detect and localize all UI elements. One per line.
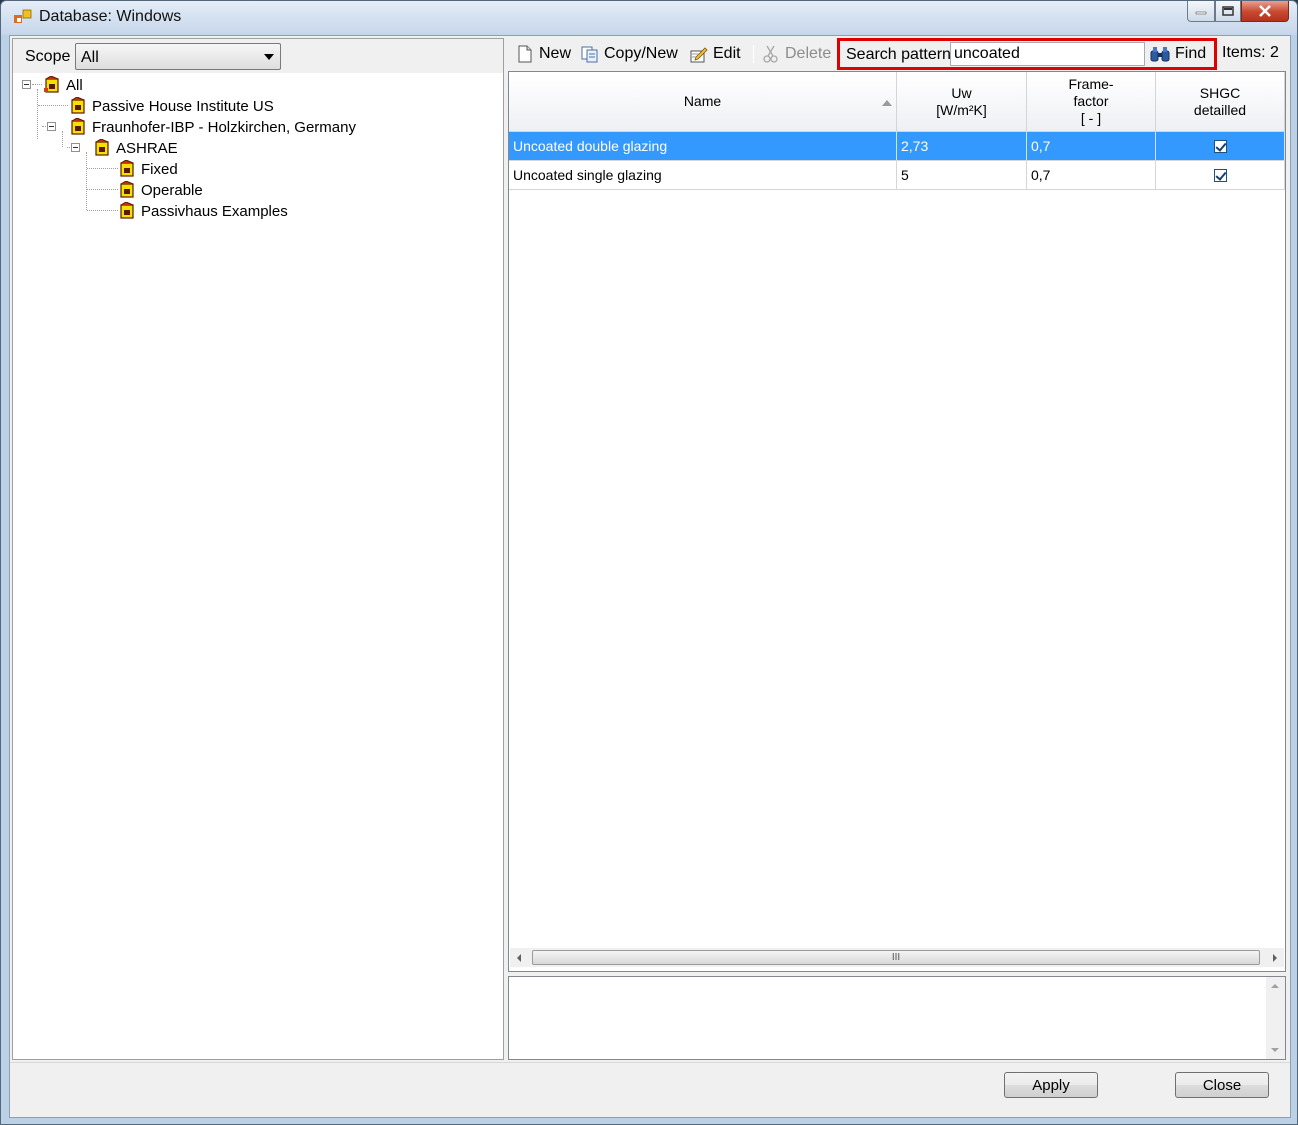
tree-item-label: Passivhaus Examples [141, 202, 288, 220]
tree-item-fixed[interactable]: Fixed [118, 159, 178, 179]
edit-button[interactable]: Edit [690, 44, 741, 64]
sort-ascending-icon [882, 100, 892, 106]
new-document-icon [518, 45, 532, 63]
column-header-uw[interactable]: Uw [W/m²K] [897, 72, 1027, 132]
copy-new-button-label: Copy/New [604, 45, 678, 62]
chevron-down-icon [264, 54, 274, 60]
title-bar[interactable]: Database: Windows [1, 1, 1297, 35]
database-folder-icon [120, 181, 134, 198]
maximize-button[interactable] [1215, 1, 1241, 22]
search-pattern-label: Search pattern [846, 46, 951, 63]
scroll-right-icon[interactable] [1273, 954, 1277, 962]
delete-button-label: Delete [785, 45, 832, 62]
tree-item-fraunhofer[interactable]: Fraunhofer-IBP - Holzkirchen, Germany [69, 117, 356, 137]
scroll-up-icon[interactable] [1271, 984, 1279, 988]
scroll-left-icon[interactable] [517, 954, 521, 962]
search-area-highlight: Search pattern uncoated Find [837, 38, 1217, 70]
window-title: Database: Windows [39, 8, 182, 25]
scissors-icon [763, 45, 778, 63]
cell-frame-factor[interactable]: 0,7 [1027, 161, 1156, 190]
column-header-name[interactable]: Name [509, 72, 897, 132]
database-folder-icon [71, 118, 85, 135]
scope-label: Scope [25, 48, 71, 65]
close-window-button[interactable] [1241, 1, 1289, 22]
scope-bar: Scope All [13, 39, 503, 73]
edit-button-label: Edit [713, 45, 741, 62]
table-row[interactable]: Uncoated single glazing 5 0,7 [509, 161, 1285, 190]
apply-button[interactable]: Apply [1004, 1072, 1098, 1098]
find-button-label: Find [1175, 45, 1207, 62]
cell-frame-factor[interactable]: 0,7 [1027, 132, 1156, 161]
close-button[interactable]: Close [1175, 1072, 1269, 1098]
tree-item-label: ASHRAE [116, 139, 178, 157]
tree-collapse-toggle[interactable] [22, 80, 31, 89]
tree-item-ashrae[interactable]: ASHRAE [93, 138, 178, 158]
shgc-checkbox[interactable] [1213, 168, 1227, 182]
restore-icon [1222, 6, 1234, 16]
cell-shgc[interactable] [1156, 132, 1285, 161]
scroll-down-icon[interactable] [1271, 1048, 1279, 1052]
minimize-button[interactable] [1187, 1, 1215, 22]
tree-item-label: Passive House Institute US [92, 97, 274, 115]
copy-icon [581, 46, 598, 63]
tree-pane: Scope All All Passive House Institute US… [12, 38, 504, 1060]
tree-item-all[interactable]: All [43, 75, 83, 95]
table-row[interactable]: Uncoated double glazing 2,73 0,7 [509, 132, 1285, 161]
tree-collapse-toggle[interactable] [47, 122, 56, 131]
delete-button[interactable]: Delete [762, 44, 831, 64]
database-folder-icon [95, 139, 109, 156]
vertical-scrollbar[interactable] [1266, 977, 1285, 1059]
cell-uw[interactable]: 5 [897, 161, 1027, 190]
cell-shgc[interactable] [1156, 161, 1285, 190]
edit-icon [690, 47, 708, 63]
app-icon [14, 9, 32, 23]
records-pane: New Copy/New Edit Delete Search pattern … [506, 38, 1288, 1060]
copy-new-button[interactable]: Copy/New [581, 44, 678, 64]
grid-header: Name Uw [W/m²K] Frame- factor [ - ] SHGC… [509, 72, 1285, 132]
cell-name[interactable]: Uncoated double glazing [509, 132, 897, 161]
minimize-icon [1195, 11, 1207, 15]
scope-dropdown[interactable]: All [75, 43, 281, 70]
scope-selected-value: All [81, 49, 99, 66]
tree-item-passivhaus-examples[interactable]: Passivhaus Examples [118, 201, 288, 221]
tree-item-label: Operable [141, 181, 203, 199]
database-window: Database: Windows Scope All All Passive … [0, 0, 1298, 1125]
records-grid: Name Uw [W/m²K] Frame- factor [ - ] SHGC… [508, 71, 1286, 972]
database-folder-icon [44, 76, 59, 93]
tree-item-operable[interactable]: Operable [118, 180, 203, 200]
column-header-frame-factor[interactable]: Frame- factor [ - ] [1027, 72, 1156, 132]
tree-collapse-toggle[interactable] [71, 143, 80, 152]
column-header-shgc[interactable]: SHGC detailled [1156, 72, 1285, 132]
button-bar: Apply Close [10, 1062, 1290, 1117]
new-button-label: New [539, 45, 572, 62]
scrollbar-thumb[interactable]: III [532, 950, 1260, 965]
binoculars-icon [1150, 47, 1170, 62]
cell-uw[interactable]: 2,73 [897, 132, 1027, 161]
toolbar: New Copy/New Edit Delete Search pattern … [506, 38, 1288, 70]
close-icon [1259, 5, 1271, 17]
items-count: Items: 2 [1222, 44, 1279, 61]
tree-item-label: Fixed [141, 160, 178, 178]
search-input[interactable]: uncoated [950, 42, 1145, 66]
database-folder-icon [120, 202, 134, 219]
details-textbox[interactable] [508, 976, 1286, 1060]
tree-item-label: All [66, 76, 83, 94]
tree-item-phius[interactable]: Passive House Institute US [69, 96, 274, 116]
shgc-checkbox[interactable] [1213, 139, 1227, 153]
find-button[interactable]: Find [1150, 45, 1206, 63]
tree-item-label: Fraunhofer-IBP - Holzkirchen, Germany [92, 118, 356, 136]
database-folder-icon [71, 97, 85, 114]
cell-name[interactable]: Uncoated single glazing [509, 161, 897, 190]
database-folder-icon [120, 160, 134, 177]
new-button[interactable]: New [516, 44, 571, 64]
horizontal-scrollbar[interactable]: III [510, 948, 1284, 967]
client-area: Scope All All Passive House Institute US… [9, 35, 1291, 1118]
